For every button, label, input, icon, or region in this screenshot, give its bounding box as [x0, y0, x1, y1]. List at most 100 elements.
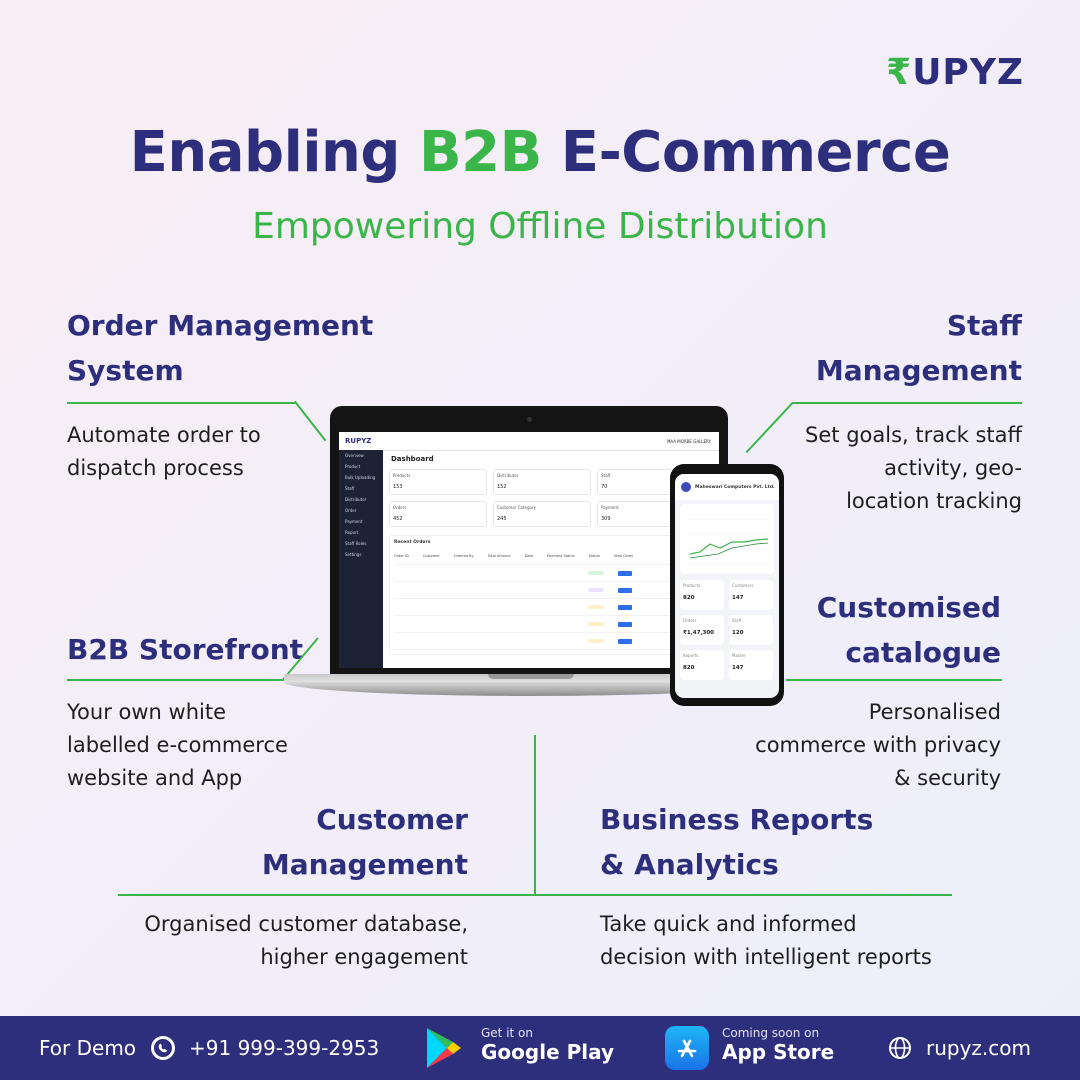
customer-desc-line2: higher engagement: [260, 945, 468, 969]
menu-staff-roles[interactable]: Staff Roles: [339, 538, 383, 549]
order-management-desc: Automate order to dispatch process: [67, 419, 261, 485]
stat-value: 153: [393, 484, 403, 490]
rupee-r-glyph: ₹: [886, 52, 913, 93]
stat-label: Products: [393, 473, 411, 478]
catalogue-desc-line1: Personalised: [868, 700, 1001, 724]
menu-product[interactable]: Product: [339, 461, 383, 472]
google-play-badge[interactable]: [423, 1016, 463, 1080]
company-avatar: [681, 482, 691, 492]
menu-payment[interactable]: Payment: [339, 516, 383, 527]
order-desc-line2: dispatch process: [67, 456, 244, 480]
stat-value: 120: [732, 630, 744, 636]
table-row[interactable]: [394, 633, 709, 650]
phone-stat-cards: Products 820 Customers 147 Orders ₹1,47,300…: [680, 580, 779, 680]
order-divider: [67, 402, 295, 404]
stat-card[interactable]: Distributor 152: [493, 469, 591, 495]
staff-divider: [792, 402, 1022, 404]
table-row[interactable]: [394, 582, 709, 599]
stat-label: Reports: [683, 653, 699, 658]
app-user[interactable]: MAA MORBE GALLERY: [667, 439, 711, 444]
view-order-button[interactable]: [618, 604, 632, 610]
storefront-desc-line3: website and App: [67, 766, 243, 790]
recent-orders-table: Recent Orders Order ID Customer Ordered …: [389, 535, 714, 655]
phone-stat-card[interactable]: Reports 820: [680, 650, 724, 680]
website-link[interactable]: rupyz.com: [926, 1016, 1031, 1080]
app-store-badge[interactable]: [665, 1016, 709, 1080]
app-main: Dashboard Products 153 Distributor 152 Sta…: [389, 454, 714, 655]
storefront-desc-line1: Your own white: [67, 700, 226, 724]
center-divider: [534, 735, 536, 895]
table-row[interactable]: [394, 599, 709, 616]
staff-management-title: Staff Management: [816, 303, 1022, 393]
whatsapp-icon[interactable]: [150, 1016, 176, 1080]
stat-value: 820: [683, 595, 695, 601]
col-header: Total Amount: [487, 554, 511, 558]
table-row[interactable]: [394, 565, 709, 582]
stat-card[interactable]: Products 153: [389, 469, 487, 495]
customer-management-title: Customer Management: [262, 797, 468, 887]
reports-desc: Take quick and informed decision with in…: [600, 908, 932, 974]
view-order-button[interactable]: [618, 587, 632, 593]
table-header: Order ID Customer Ordered By Total Amoun…: [394, 548, 709, 565]
menu-report[interactable]: Report: [339, 527, 383, 538]
reports-title-line2: & Analytics: [600, 848, 779, 881]
app-store-icon: [665, 1026, 709, 1070]
col-header: Customer: [422, 554, 440, 558]
table-row[interactable]: [394, 616, 709, 633]
app-logo: RUPYZ: [345, 437, 372, 445]
stat-label: Distributor: [497, 473, 519, 478]
google-play-text[interactable]: Get it on Google Play: [481, 1026, 614, 1064]
storefront-divider: [67, 679, 285, 681]
globe-icon: [888, 1016, 912, 1080]
catalogue-title-line2: catalogue: [845, 636, 1001, 669]
catalogue-desc-line3: & security: [894, 766, 1001, 790]
menu-order[interactable]: Order: [339, 505, 383, 516]
status-badge: [588, 605, 604, 609]
view-order-button[interactable]: [618, 621, 632, 627]
storefront-desc: Your own white labelled e-commerce websi…: [67, 696, 288, 795]
app-store-text[interactable]: Coming soon on App Store: [722, 1026, 834, 1064]
status-badge: [588, 622, 604, 626]
dashboard-title: Dashboard: [391, 455, 434, 463]
stat-value: ₹1,47,300: [683, 630, 714, 636]
phone-mockup: Maheswari Computers Pvt. Ltd. Products 82…: [670, 464, 784, 706]
phone-stat-card[interactable]: Orders ₹1,47,300: [680, 615, 724, 645]
google-play-big: Google Play: [481, 1040, 615, 1064]
menu-bulk-uploading[interactable]: Bulk Uploading: [339, 472, 383, 483]
menu-overview[interactable]: Overview: [339, 450, 383, 461]
status-badge: [588, 571, 604, 575]
headline-highlight: B2B: [418, 120, 542, 185]
customer-desc-line1: Organised customer database,: [144, 912, 468, 936]
stat-label: Products: [683, 583, 701, 588]
laptop-screen: RUPYZ MAA MORBE GALLERY Overview Product…: [339, 432, 719, 668]
app-store-big: App Store: [722, 1040, 835, 1064]
staff-desc-line1: Set goals, track staff: [805, 423, 1022, 447]
customer-title-line2: Management: [261, 848, 468, 881]
menu-staff[interactable]: Staff: [339, 483, 383, 494]
menu-distributor[interactable]: Distributor: [339, 494, 383, 505]
stat-label: Master: [732, 653, 746, 658]
staff-title-line2: Management: [815, 354, 1022, 387]
stat-value: 152: [497, 484, 507, 490]
col-header: Date: [524, 554, 534, 558]
stat-value: 452: [393, 516, 403, 522]
view-order-button[interactable]: [618, 638, 632, 644]
phone-stat-card[interactable]: Products 820: [680, 580, 724, 610]
catalogue-title-line1: Customised: [816, 591, 1001, 624]
page-subheadline: Empowering Offline Distribution: [252, 206, 828, 247]
phone-stat-card[interactable]: Staff 120: [729, 615, 773, 645]
headline-part2: E-Commerce: [541, 120, 951, 185]
phone-stat-card[interactable]: Master 147: [729, 650, 773, 680]
stat-card[interactable]: Customer Category 245: [493, 501, 591, 527]
order-management-title: Order Management System: [67, 303, 373, 393]
menu-settings[interactable]: Settings: [339, 549, 383, 560]
stat-card[interactable]: Orders 452: [389, 501, 487, 527]
phone-stat-card[interactable]: Customers 147: [729, 580, 773, 610]
google-play-icon: [427, 1028, 461, 1068]
storefront-title: B2B Storefront: [67, 633, 304, 666]
phone-number[interactable]: +91 999-399-2953: [189, 1016, 379, 1080]
staff-desc-line3: location tracking: [846, 489, 1022, 513]
stat-label: Orders: [393, 505, 407, 510]
staff-connector: [745, 402, 794, 454]
view-order-button[interactable]: [618, 570, 632, 576]
